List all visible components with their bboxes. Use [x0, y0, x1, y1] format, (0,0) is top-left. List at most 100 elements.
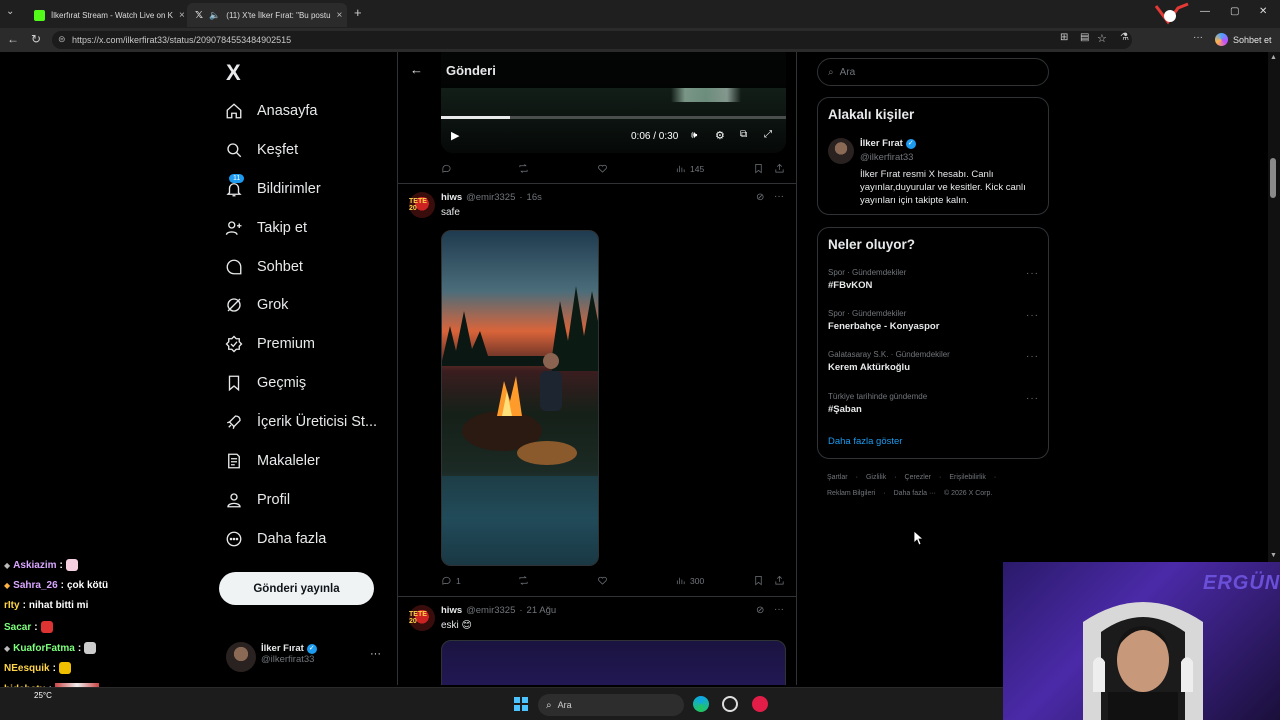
copilot-button[interactable]: Sohbet et [1215, 33, 1272, 46]
window-close-icon[interactable]: ✕ [1259, 6, 1267, 17]
extensions-icon[interactable]: ⚗ [1120, 32, 1129, 43]
video-progress-track[interactable] [441, 116, 786, 119]
like-button[interactable] [597, 163, 608, 174]
trend-item[interactable]: Spor · Gündemdekiler Fenerbahçe - Konyas… [828, 309, 939, 332]
show-more-link[interactable]: Daha fazla göster [828, 436, 902, 447]
footer-link[interactable]: Gizlilik [866, 474, 886, 481]
site-info-icon[interactable]: ⊜ [58, 34, 66, 45]
reply-author-handle[interactable]: @emir3325 [466, 192, 515, 203]
grok-analyze-icon[interactable]: ⊘ [756, 605, 764, 616]
sidebar-item-premium[interactable]: Premium [225, 330, 315, 358]
views-button[interactable]: 300 [675, 575, 704, 586]
url-field[interactable]: ⊜ https://x.com/ilkerfirat33/status/2090… [52, 31, 1132, 49]
close-icon[interactable]: × [337, 10, 343, 21]
sidebar-item-profile[interactable]: Profil [225, 486, 290, 514]
x-logo-icon[interactable]: X [226, 60, 241, 86]
trend-more-icon[interactable]: ··· [1026, 393, 1039, 404]
scroll-up-icon[interactable]: ▲ [1270, 54, 1277, 61]
reply-media[interactable] [441, 640, 786, 685]
trend-item[interactable]: Türkiye tarihinde gündemde #Şaban [828, 392, 927, 415]
favorite-star-icon[interactable]: ☆ [1097, 32, 1107, 45]
taskbar-search[interactable]: ⌕ Ara [538, 694, 684, 716]
bookmark-button[interactable] [753, 163, 764, 174]
reply-time[interactable]: 21 Ağu [527, 605, 557, 616]
reply-time[interactable]: 16s [527, 192, 542, 203]
post-button[interactable]: Gönderi yayınla [219, 572, 374, 605]
footer-link[interactable]: Erişilebilirlik [949, 474, 986, 481]
trend-item[interactable]: Spor · Gündemdekiler #FBvKON [828, 268, 906, 291]
scrollbar-thumb[interactable] [1270, 158, 1276, 198]
back-arrow-icon[interactable]: ← [410, 62, 423, 77]
reader-icon[interactable]: ▤ [1080, 32, 1089, 43]
grok-analyze-icon[interactable]: ⊘ [756, 192, 764, 203]
page-scrollbar[interactable] [1268, 52, 1280, 562]
reply-author-name[interactable]: hiws [441, 192, 462, 203]
maximize-icon[interactable]: ▢ [1230, 6, 1239, 17]
sidebar-item-grok[interactable]: Grok [225, 291, 288, 319]
reply-image[interactable] [441, 230, 599, 566]
apps-icon[interactable]: ⊞ [1060, 32, 1068, 43]
account-more-icon[interactable]: ··· [370, 648, 381, 660]
relevant-handle[interactable]: @ilkerfirat33 [860, 152, 913, 163]
sidebar-item-more[interactable]: Daha fazla [225, 525, 326, 553]
more-menu-icon[interactable]: ··· [1193, 32, 1203, 43]
trend-more-icon[interactable]: ··· [1026, 351, 1039, 362]
tab-kick-stream[interactable]: İlkerfırat Stream - Watch Live on K × [26, 3, 186, 27]
settings-gear-icon[interactable]: ⚙ [715, 129, 725, 142]
footer-link[interactable]: Daha fazla ··· [894, 490, 936, 497]
volume-icon[interactable]: 🕪 [691, 130, 697, 141]
reply-author-name[interactable]: hiws [441, 605, 462, 616]
close-icon[interactable]: × [179, 10, 185, 21]
edge-browser-icon[interactable] [693, 696, 709, 712]
sidebar-item-notifications[interactable]: 11 Bildirimler [225, 174, 321, 203]
trend-item[interactable]: Galatasaray S.K. · Gündemdekiler Kerem A… [828, 350, 950, 373]
repost-button[interactable] [518, 163, 529, 174]
reply-button[interactable] [441, 163, 452, 174]
back-icon[interactable]: ← [7, 32, 19, 46]
like-button[interactable] [597, 575, 608, 586]
tab-x-post[interactable]: 𝕏 🔈 (11) X'te İlker Fırat: "Bu postu × [187, 3, 347, 27]
footer-link[interactable]: Şartlar [827, 474, 848, 481]
play-icon[interactable]: ▶ [451, 129, 459, 142]
sidebar-item-history[interactable]: Geçmiş [225, 369, 306, 397]
start-windows-icon[interactable] [514, 697, 528, 711]
sidebar-item-explore[interactable]: Keşfet [225, 136, 298, 164]
fullscreen-icon[interactable]: ⤢ [764, 129, 772, 140]
minimize-icon[interactable]: — [1200, 6, 1210, 17]
sidebar-item-articles[interactable]: Makaleler [225, 447, 320, 475]
sidebar-item-creator-studio[interactable]: İçerik Üreticisi St... [225, 408, 377, 436]
account-switcher[interactable]: İlker Fırat ✓ @ilkerfirat33 [261, 643, 317, 665]
share-button[interactable] [774, 163, 785, 174]
bookmark-button[interactable] [753, 575, 764, 586]
more-options-icon[interactable]: ··· [774, 191, 784, 202]
more-options-icon[interactable]: ··· [774, 604, 784, 615]
avatar[interactable]: TETE 20 [409, 192, 435, 218]
views-button[interactable]: 145 [675, 163, 704, 174]
footer-link[interactable]: Reklam Bilgileri [827, 490, 875, 497]
tab-list-icon[interactable]: ⌄ [6, 6, 14, 17]
trend-more-icon[interactable]: ··· [1026, 268, 1039, 279]
footer-link[interactable]: Çerezler [905, 474, 931, 481]
reload-icon[interactable]: ↻ [31, 32, 41, 46]
steam-icon[interactable] [722, 696, 738, 712]
weather-widget[interactable]: 25°C [34, 691, 52, 700]
avatar[interactable] [828, 138, 854, 164]
profile-avatar-icon[interactable] [1148, 2, 1192, 26]
sidebar-item-follow[interactable]: Takip et [225, 214, 307, 242]
new-tab-icon[interactable]: + [354, 5, 362, 20]
pip-icon[interactable]: ⧉ [740, 129, 747, 140]
avatar[interactable]: TETE 20 [409, 605, 435, 631]
speaker-icon[interactable]: 🔈 [209, 10, 220, 21]
avatar[interactable] [226, 642, 256, 672]
search-input[interactable]: ⌕ Ara [817, 58, 1049, 86]
reply-button[interactable]: 1 [441, 575, 461, 586]
share-button[interactable] [774, 575, 785, 586]
scroll-down-icon[interactable]: ▼ [1270, 552, 1277, 559]
opera-icon[interactable] [752, 696, 768, 712]
relevant-name-row[interactable]: İlker Fırat ✓ [860, 138, 916, 149]
repost-button[interactable] [518, 575, 529, 586]
reply-author-handle[interactable]: @emir3325 [466, 605, 515, 616]
trend-more-icon[interactable]: ··· [1026, 310, 1039, 321]
sidebar-item-chat[interactable]: Sohbet [225, 253, 303, 281]
sidebar-item-home[interactable]: Anasayfa [225, 97, 317, 125]
